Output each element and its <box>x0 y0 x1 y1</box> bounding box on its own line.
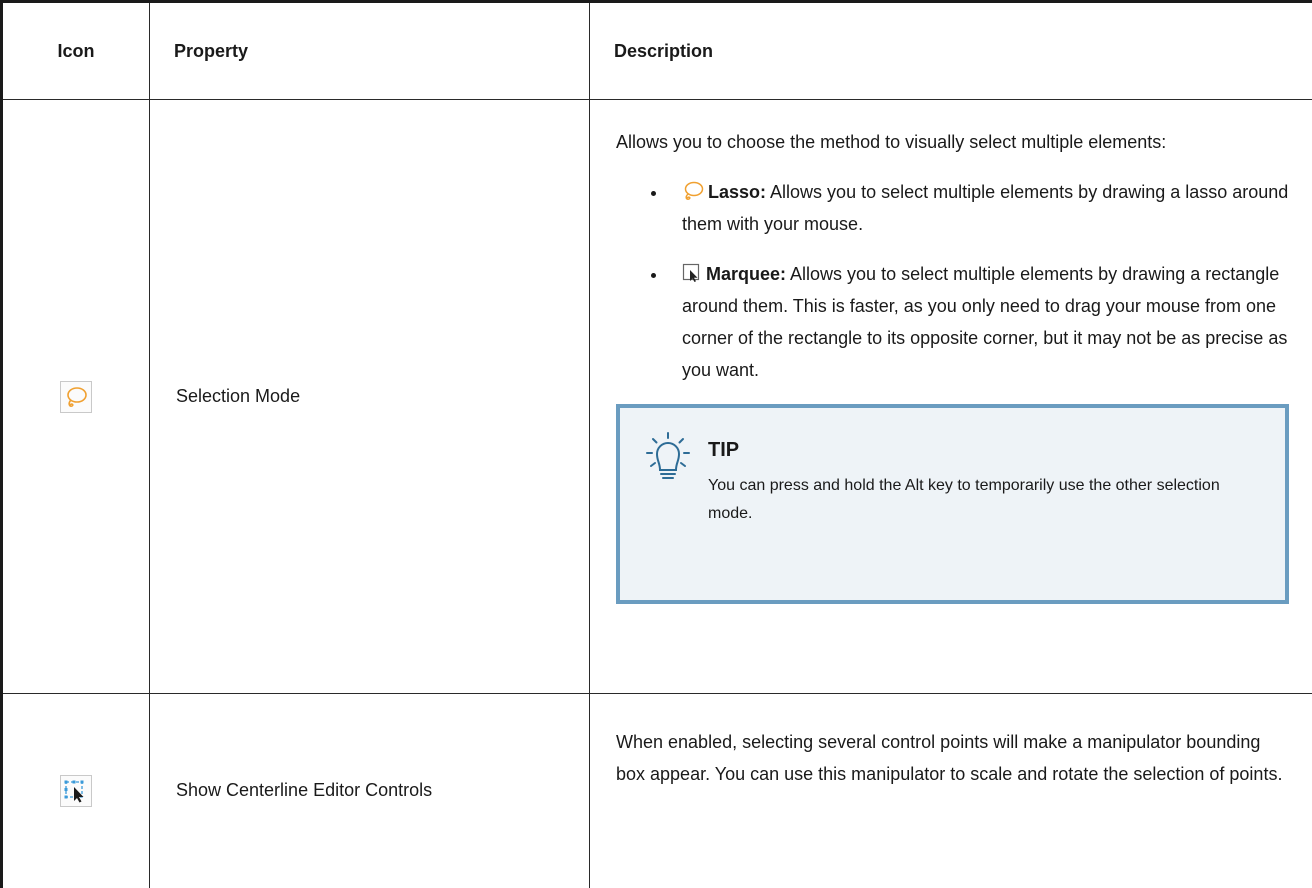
icon-cell <box>2 100 150 694</box>
property-name: Selection Mode <box>150 100 590 694</box>
list-item: Marquee: Allows you to select multiple e… <box>668 258 1289 386</box>
header-icon: Icon <box>2 2 150 100</box>
tip-title: TIP <box>708 434 739 466</box>
header-description: Description <box>590 2 1312 100</box>
lasso-icon <box>60 381 92 413</box>
description-cell: Allows you to choose the method to visua… <box>590 100 1312 694</box>
properties-table: Icon Property Description Selection Mode… <box>0 0 1312 888</box>
tip-text: You can press and hold the Alt key to te… <box>708 472 1245 528</box>
table-row: Show Centerline Editor Controls When ena… <box>2 694 1312 888</box>
lasso-icon <box>682 181 704 201</box>
mode-text: Allows you to select multiple elements b… <box>682 182 1288 234</box>
header-property: Property <box>150 2 590 100</box>
lightbulb-icon <box>646 432 690 482</box>
mode-term: Lasso: <box>708 182 766 202</box>
description-intro: Allows you to choose the method to visua… <box>616 126 1289 158</box>
mode-term: Marquee: <box>706 264 786 284</box>
description-cell: When enabled, selecting several control … <box>590 694 1312 888</box>
page: Icon Property Description Selection Mode… <box>0 0 1312 884</box>
mode-list: Lasso: Allows you to select multiple ele… <box>616 176 1289 386</box>
property-name: Show Centerline Editor Controls <box>150 694 590 888</box>
icon-cell <box>2 694 150 888</box>
table-row: Selection Mode Allows you to choose the … <box>2 100 1312 694</box>
marquee-icon <box>682 263 702 283</box>
table-header-row: Icon Property Description <box>2 2 1312 100</box>
tip-box: TIP You can press and hold the Alt key t… <box>616 404 1289 604</box>
description-text: When enabled, selecting several control … <box>616 726 1289 790</box>
centerline-editor-icon <box>60 775 92 807</box>
list-item: Lasso: Allows you to select multiple ele… <box>668 176 1289 240</box>
